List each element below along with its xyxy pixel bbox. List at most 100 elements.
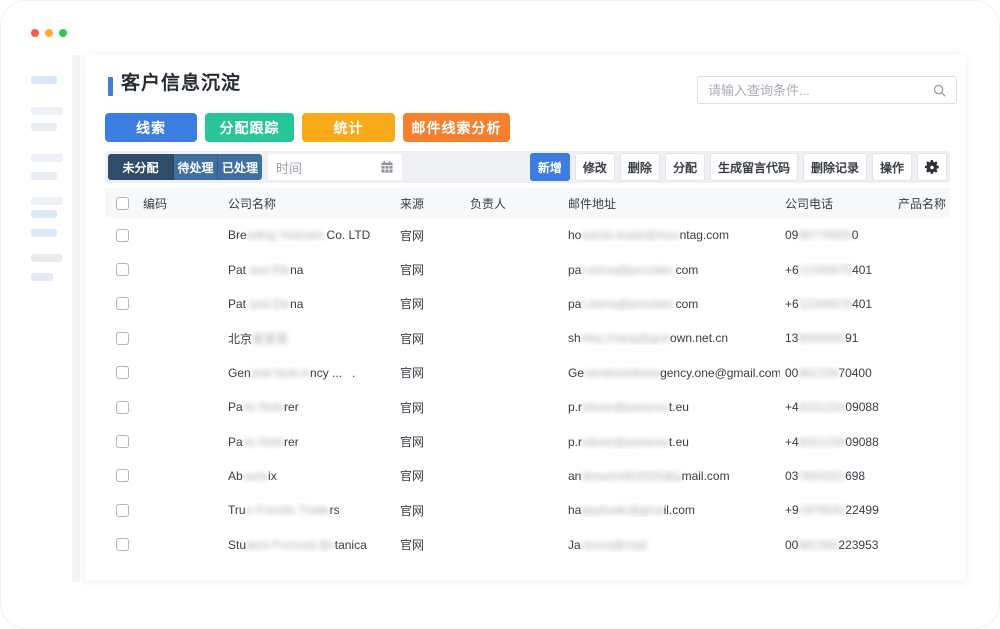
row-checkbox[interactable]	[116, 401, 129, 414]
cell-checkbox	[105, 504, 138, 517]
cell-source: 官网	[395, 502, 465, 519]
select-all-checkbox[interactable]	[116, 197, 129, 210]
table-row[interactable]: Paris Referer官网p.referer@parisroot.eu+49…	[105, 424, 950, 458]
redacted-text: 7654321	[798, 469, 845, 483]
row-checkbox[interactable]	[116, 469, 129, 482]
redacted-text: and Ele	[246, 297, 290, 311]
redacted-text: t.elena@provider.	[581, 297, 675, 311]
settings-button[interactable]	[917, 153, 947, 181]
date-placeholder: 时间	[276, 158, 380, 177]
cell-email: howards.trade@mountag.com	[563, 228, 780, 242]
redacted-text: ckson@mail.	[581, 538, 650, 552]
date-filter-input[interactable]: 时间	[268, 154, 402, 180]
window-minimize-button[interactable]	[45, 29, 53, 37]
redacted-text: eferer@parisroo	[582, 400, 669, 414]
column-header-email: 邮件地址	[563, 195, 780, 212]
cell-company: Pat and Elena	[223, 297, 395, 311]
table-row[interactable]: Pat and Elena官网pat.elena@provider.com+61…	[105, 287, 950, 321]
table-row[interactable]: Student Formula Botanica官网Jackson@mail.0…	[105, 528, 950, 562]
redacted-text: wards.trade@mou	[581, 228, 679, 242]
assign-button[interactable]: 分配	[665, 153, 705, 181]
tab-assign-track[interactable]: 分配跟踪	[205, 113, 294, 142]
row-checkbox[interactable]	[116, 297, 129, 310]
window-close-button[interactable]	[31, 29, 39, 37]
sidebar-skeleton-bar	[31, 123, 57, 131]
tab-clues[interactable]: 线索	[105, 113, 197, 142]
cell-company: Abrasivix	[223, 469, 395, 483]
table-row[interactable]: General Nutri Ancy ... .官网Generalnutriti…	[105, 356, 950, 390]
column-header-phone: 公司电话	[780, 195, 893, 212]
delete-record-button[interactable]: 删除记录	[803, 153, 867, 181]
cell-company: Pat and Elena	[223, 263, 395, 277]
sidebar-skeleton-bar	[31, 210, 57, 218]
cell-phone: +612345678401	[780, 263, 893, 277]
row-checkbox[interactable]	[116, 229, 129, 242]
filter-unassigned[interactable]: 未分配	[108, 154, 174, 180]
redacted-text: t.elena@provider.	[581, 263, 675, 277]
generate-message-code-button[interactable]: 生成留言代码	[710, 153, 798, 181]
table-row[interactable]: 北京某某某官网shirley.chang@gcrtown.net.cn13800…	[105, 321, 950, 355]
cell-email: happytrade@gmail.com	[563, 503, 780, 517]
cell-checkbox	[105, 366, 138, 379]
cell-phone: +9187654322499	[780, 503, 893, 517]
filter-processed[interactable]: 已处理	[218, 154, 262, 180]
table-row[interactable]: True Friends Traders官网happytrade@gmail.c…	[105, 493, 950, 527]
cell-phone: +4915123409088	[780, 400, 893, 414]
delete-button[interactable]: 删除	[620, 153, 660, 181]
calendar-icon	[380, 160, 394, 174]
cell-company: Paris Referer	[223, 435, 395, 449]
redacted-text: eferer@parisroo	[582, 435, 669, 449]
redacted-text: drewsmith2020@g	[581, 469, 681, 483]
redacted-text: dent Formula Bo	[246, 538, 335, 552]
sidebar-skeleton-bar	[31, 107, 63, 115]
window-maximize-button[interactable]	[59, 29, 67, 37]
cell-source: 官网	[395, 467, 465, 484]
edit-button[interactable]: 修改	[575, 153, 615, 181]
redacted-text: and Ele	[246, 263, 290, 277]
table-row[interactable]: Pat and Elena官网pat.elena@provider.com+61…	[105, 252, 950, 286]
row-checkbox[interactable]	[116, 332, 129, 345]
redacted-text: 8000000	[798, 331, 845, 345]
cell-company: Breeding Vietnam Co. LTD	[223, 228, 395, 242]
cell-checkbox	[105, 332, 138, 345]
redacted-text: 1876543	[799, 503, 846, 517]
row-checkbox[interactable]	[116, 366, 129, 379]
table-row[interactable]: Abrasivix官网andrewsmith2020@gmail.com0376…	[105, 459, 950, 493]
search-input[interactable]	[698, 83, 932, 98]
status-filter: 未分配待处理已处理	[108, 154, 262, 180]
cell-email: pat.elena@provider.com	[563, 263, 780, 277]
redacted-text: ris Refe	[243, 400, 284, 414]
column-header-product: 产品名称	[893, 195, 950, 212]
redacted-text: irley.chang@gcrt	[581, 331, 670, 345]
redacted-text: 861380	[798, 538, 838, 552]
redacted-text: eral Nutri A	[251, 366, 310, 380]
filter-pending[interactable]: 待处理	[174, 154, 218, 180]
row-checkbox[interactable]	[116, 263, 129, 276]
tab-statistics[interactable]: 统计	[302, 113, 395, 142]
cell-checkbox	[105, 263, 138, 276]
title-accent-bar	[108, 77, 113, 96]
redacted-text: 861234	[798, 366, 838, 380]
tab-email-clue-analysis[interactable]: 邮件线索分析	[403, 113, 510, 142]
row-checkbox[interactable]	[116, 538, 129, 551]
cell-checkbox	[105, 401, 138, 414]
column-header-owner: 负责人	[465, 195, 563, 212]
operation-button[interactable]: 操作	[872, 153, 912, 181]
redacted-text: 88776655	[798, 228, 851, 242]
cell-phone: 00861380223953	[780, 538, 893, 552]
column-header-company: 公司名称	[223, 195, 395, 212]
column-header-source: 来源	[395, 195, 465, 212]
row-checkbox[interactable]	[116, 504, 129, 517]
table-row[interactable]: Paris Referer官网p.referer@parisroot.eu+49…	[105, 390, 950, 424]
primary-tabs: 线索分配跟踪统计邮件线索分析	[105, 113, 510, 142]
cell-company: General Nutri Ancy ... .	[223, 366, 395, 380]
cell-source: 官网	[395, 433, 465, 450]
search-icon	[932, 83, 947, 98]
sidebar-skeleton-bar	[31, 229, 57, 237]
cell-phone: 0086123470400	[780, 366, 893, 380]
cell-email: Jackson@mail.	[563, 538, 780, 552]
add-button[interactable]: 新增	[530, 153, 570, 181]
row-checkbox[interactable]	[116, 435, 129, 448]
search-box[interactable]	[697, 76, 957, 104]
table-row[interactable]: Breeding Vietnam Co. LTD官网howards.trade@…	[105, 218, 950, 252]
